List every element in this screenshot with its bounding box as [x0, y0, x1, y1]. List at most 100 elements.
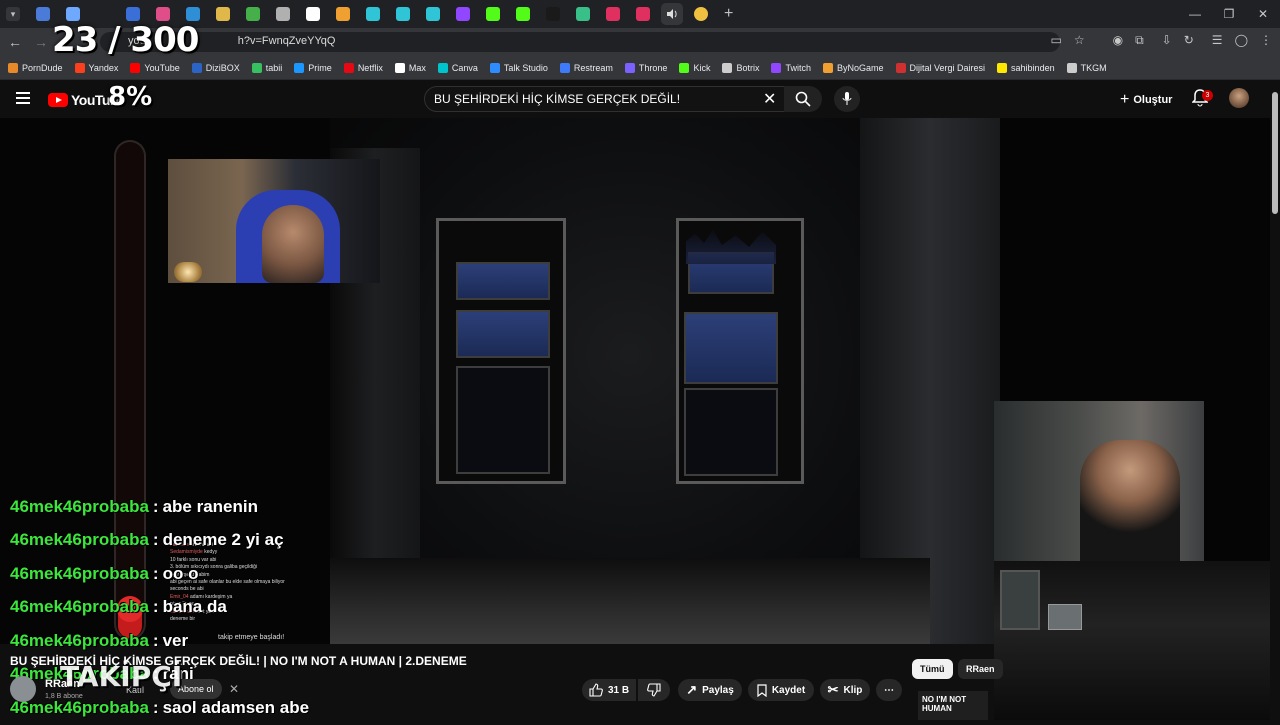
tab-favicon[interactable] — [36, 7, 50, 21]
bookmark-item[interactable]: YouTube — [130, 62, 180, 73]
create-button[interactable]: + Oluştur — [1120, 91, 1172, 109]
chat-separator: : — [152, 563, 159, 583]
bookmark-label: Throne — [638, 62, 668, 73]
bookmark-star-icon[interactable]: ☆ — [1074, 33, 1085, 48]
bookmark-label: Canva — [451, 62, 478, 73]
tab-favicon[interactable] — [216, 7, 230, 21]
notification-count-badge: 3 — [1202, 90, 1213, 101]
close-window-button[interactable]: ✕ — [1246, 0, 1280, 28]
voice-search-button[interactable] — [834, 86, 860, 112]
puzzle-icon[interactable]: ⧉ — [1135, 33, 1144, 48]
chat-separator: : — [152, 630, 159, 650]
tab-favicon[interactable] — [276, 7, 290, 21]
bookmark-item[interactable]: PornDude — [8, 62, 63, 73]
share-button[interactable]: ↗ Paylaş — [678, 679, 742, 701]
chat-message: 46mek46probaba: ver — [10, 624, 370, 658]
tab-favicon[interactable] — [486, 7, 500, 21]
filter-chip-channel[interactable]: RRaen — [958, 659, 1003, 679]
bookmark-item[interactable]: ByNoGame — [822, 62, 884, 73]
filter-chip-all[interactable]: Tümü — [912, 659, 953, 679]
follower-goal-counter: 23 / 300 — [52, 20, 199, 60]
maximize-button[interactable]: ❐ — [1212, 0, 1246, 28]
tab-favicon[interactable] — [186, 7, 200, 21]
chat-username: 46mek46probaba — [10, 630, 149, 650]
clip-button[interactable]: ✂ Klip — [820, 679, 870, 701]
tab-favicon[interactable] — [516, 7, 530, 21]
hamburger-menu-icon[interactable] — [16, 92, 30, 104]
tab-favicon[interactable] — [426, 7, 440, 21]
downloads-icon[interactable]: ⇩ — [1162, 33, 1172, 48]
tab-favicon[interactable] — [694, 7, 708, 21]
bookmark-label: tabii — [265, 62, 283, 73]
bookmark-item[interactable]: Canva — [437, 62, 478, 73]
active-tab[interactable] — [661, 3, 683, 25]
save-button[interactable]: Kaydet — [748, 679, 814, 701]
tab-favicon[interactable] — [396, 7, 410, 21]
bookmark-item[interactable]: Talk Studio — [489, 62, 548, 73]
bookmark-item[interactable]: Prime — [294, 62, 332, 73]
extension-icon[interactable]: ◉ — [1113, 33, 1123, 48]
webcam-screen — [1048, 604, 1082, 630]
bookmark-label: PornDude — [22, 62, 63, 73]
bookmark-favicon-icon — [722, 62, 733, 73]
bookmark-favicon-icon — [489, 62, 500, 73]
bookmark-item[interactable]: Restream — [559, 62, 613, 73]
chat-username: 46mek46probaba — [10, 597, 149, 617]
tab-favicon[interactable] — [156, 7, 170, 21]
bookmark-item[interactable]: Dijital Vergi Dairesi — [895, 62, 986, 73]
recommended-thumbnail[interactable]: NO I'M NOT HUMAN — [918, 691, 988, 720]
more-actions-button[interactable]: ⋯ — [876, 679, 902, 701]
tab-favicon[interactable] — [96, 7, 110, 21]
tab-favicon[interactable] — [366, 7, 380, 21]
bookmark-item[interactable]: DiziBOX — [191, 62, 240, 73]
scrollbar-thumb[interactable] — [1272, 92, 1278, 214]
new-tab-button[interactable]: + — [724, 5, 733, 23]
bookmark-label: ByNoGame — [836, 62, 884, 73]
bookmark-label: Dijital Vergi Dairesi — [909, 62, 986, 73]
menu-kebab-icon[interactable]: ⋮ — [1260, 33, 1272, 48]
tab-favicon[interactable] — [546, 7, 560, 21]
tab-favicon[interactable] — [336, 7, 350, 21]
tab-favicon[interactable] — [636, 7, 650, 21]
like-button[interactable]: 31 B — [582, 679, 636, 701]
close-icon[interactable]: ✕ — [229, 682, 239, 696]
second-webcam-person — [1080, 440, 1180, 561]
search-button[interactable] — [784, 86, 822, 112]
tab-search-dropdown[interactable]: ▾ — [6, 7, 20, 21]
profile-icon[interactable]: ◯ — [1235, 33, 1248, 48]
search-query-text[interactable]: BU ŞEHİRDEKİ HİÇ KİMSE GERÇEK DEĞİL! — [434, 92, 680, 106]
bookmark-item[interactable]: Yandex — [74, 62, 118, 73]
bookmark-label: Netflix — [357, 62, 383, 73]
history-icon[interactable]: ↻ — [1184, 33, 1194, 48]
bookmark-item[interactable]: Max — [394, 62, 426, 73]
user-avatar[interactable] — [1229, 88, 1249, 108]
bookmark-item[interactable]: Kick — [679, 62, 710, 73]
tab-favicon[interactable] — [66, 7, 80, 21]
tab-favicon[interactable] — [306, 7, 320, 21]
follower-label-overlay: TAKİPÇİ — [60, 660, 183, 693]
bookmark-item[interactable]: TKGM — [1066, 62, 1107, 73]
bookmark-item[interactable]: Twitch — [771, 62, 811, 73]
bookmark-item[interactable]: Botrix — [722, 62, 759, 73]
follower-goal-percent: 8% — [108, 82, 153, 112]
clear-search-icon[interactable]: ✕ — [763, 89, 776, 109]
minimize-button[interactable]: — — [1178, 0, 1212, 28]
tab-favicon[interactable] — [576, 7, 590, 21]
tab-favicon[interactable] — [606, 7, 620, 21]
tab-favicon[interactable] — [456, 7, 470, 21]
bookmark-label: Twitch — [785, 62, 811, 73]
bookmark-item[interactable]: tabii — [251, 62, 283, 73]
cast-icon[interactable]: ▭ — [1051, 33, 1062, 48]
dislike-button[interactable] — [638, 679, 670, 701]
forward-arrow-icon[interactable]: → — [30, 34, 52, 50]
channel-avatar[interactable] — [10, 676, 36, 702]
bookmark-item[interactable]: Netflix — [343, 62, 383, 73]
bookmark-item[interactable]: sahibinden — [997, 62, 1055, 73]
tab-favicon[interactable] — [246, 7, 260, 21]
chat-separator: : — [152, 530, 159, 550]
back-arrow-icon[interactable]: ← — [4, 34, 26, 50]
reading-list-icon[interactable]: ☰ — [1212, 33, 1223, 48]
window-controls: — ❐ ✕ — [1178, 0, 1280, 28]
bookmark-item[interactable]: Throne — [624, 62, 668, 73]
tab-favicon[interactable] — [126, 7, 140, 21]
